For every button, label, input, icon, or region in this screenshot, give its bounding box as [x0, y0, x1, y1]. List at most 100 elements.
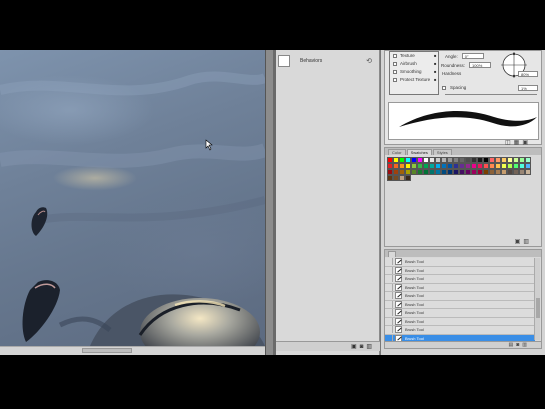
history-states-scrollbar[interactable] — [534, 258, 540, 340]
history-state-label: Brush Tool — [405, 259, 424, 265]
color-swatch[interactable] — [525, 169, 531, 175]
history-footer: ▣ ◙ ▥ — [276, 341, 380, 351]
state-source-icon[interactable] — [385, 292, 393, 300]
new-document-icon[interactable]: ▣ — [351, 343, 357, 350]
mouse-cursor-icon — [205, 139, 215, 151]
history-state-label: Brush Tool — [405, 335, 424, 341]
spacing-row: Spacing — [442, 85, 466, 90]
history-thumbnail — [278, 55, 290, 67]
history-state-row[interactable]: Brush Tool — [385, 283, 535, 292]
history-state-row[interactable]: Brush Tool — [385, 292, 535, 301]
option-smoothing[interactable]: Smoothing — [393, 69, 422, 74]
history-state-row[interactable]: Brush Tool — [385, 266, 535, 275]
swatches-footer: ▣ ▥ — [515, 238, 529, 245]
spacing-checkbox[interactable] — [442, 85, 446, 90]
brush-icon — [395, 266, 402, 274]
state-source-icon[interactable] — [385, 326, 393, 334]
canvas-horizontal-scrollbar[interactable] — [0, 346, 265, 355]
roundness-field[interactable]: 100% — [469, 62, 492, 68]
trash-icon[interactable]: ▥ — [522, 342, 527, 348]
brush-panel: Texture Airbrush Smoothing Protect Textu… — [384, 50, 542, 146]
hardness-field[interactable]: 80% — [518, 71, 538, 77]
hardness-label: Hardness — [442, 71, 462, 76]
camera-icon[interactable]: ◙ — [516, 342, 519, 348]
history-state-row[interactable]: Brush Tool — [385, 275, 535, 284]
angle-row: Angle: 0° — [445, 53, 484, 59]
tab-styles[interactable]: Styles — [432, 149, 452, 155]
lock-icon[interactable]: ■ — [434, 53, 436, 58]
brush-icon — [395, 309, 402, 317]
option-protect-texture[interactable]: Protect Texture — [393, 77, 430, 82]
color-swatch[interactable] — [405, 175, 411, 181]
spacing-value-row: 1% — [518, 85, 538, 91]
history-state-label: Brush Tool — [405, 310, 424, 316]
grid-icon[interactable]: ▦ — [514, 139, 520, 146]
history-state-row[interactable]: Brush Tool — [385, 326, 535, 335]
painting-artwork — [0, 71, 265, 346]
roundness-row: Roundness: 100% — [441, 62, 492, 68]
history-state-row[interactable]: Brush Tool — [385, 300, 535, 309]
option-airbrush[interactable]: Airbrush — [393, 61, 417, 66]
state-source-icon[interactable] — [385, 266, 393, 274]
option-texture[interactable]: Texture — [393, 53, 415, 58]
scrollbar-thumb[interactable] — [82, 348, 132, 353]
document-canvas[interactable] — [0, 50, 265, 346]
hardness-value-row: 80% — [518, 71, 538, 77]
new-preset-icon[interactable]: ▣ — [522, 139, 528, 146]
swatches-tab-strip: Color Swatches Styles — [385, 148, 541, 155]
history-state-label: Brush Tool — [405, 301, 424, 307]
hardness-row: Hardness — [442, 71, 461, 76]
angle-field[interactable]: 0° — [461, 53, 484, 59]
canvas-panel-separator[interactable] — [265, 50, 273, 355]
new-swatch-icon[interactable]: ▣ — [515, 238, 521, 245]
state-source-icon[interactable] — [385, 283, 393, 291]
state-source-icon[interactable] — [385, 275, 393, 283]
toggle-preview-icon[interactable]: ◫ — [505, 139, 511, 146]
state-source-icon[interactable] — [385, 317, 393, 325]
brush-stroke-preview — [388, 102, 539, 140]
brush-icon — [395, 317, 402, 325]
spacing-slider[interactable] — [445, 94, 537, 95]
history-states-list: Brush Tool Brush Tool Brush Tool Brush Tool… — [385, 258, 535, 343]
tab-history[interactable] — [388, 251, 396, 257]
history-state-row[interactable]: Brush Tool — [385, 258, 535, 267]
history-state-label: Brush Tool — [405, 327, 424, 333]
swatch-grid — [387, 157, 535, 181]
history-state-label: Brush Tool — [405, 267, 424, 273]
snapshot-icon[interactable]: ▤ — [509, 342, 514, 348]
history-state-label: Brush Tool — [405, 284, 424, 290]
state-source-icon[interactable] — [385, 300, 393, 308]
history-item[interactable]: Behaviors ⟲ — [278, 54, 376, 68]
history-item-label: Behaviors — [300, 58, 323, 64]
angle-label: Angle: — [445, 53, 458, 59]
state-source-icon[interactable] — [385, 309, 393, 317]
history-states-panel: Brush Tool Brush Tool Brush Tool Brush Tool… — [384, 249, 542, 349]
history-state-row[interactable]: Brush Tool — [385, 309, 535, 318]
brush-icon — [395, 258, 402, 266]
history-state-label: Brush Tool — [405, 318, 424, 324]
history-state-label: Brush Tool — [405, 276, 424, 282]
brush-panel-footer: ◫ ▦ ▣ — [505, 139, 528, 146]
lock-icon[interactable]: ■ — [434, 61, 436, 66]
history-states-tab-strip — [385, 250, 541, 257]
roundness-label: Roundness: — [441, 62, 466, 68]
letterbox-bottom — [0, 355, 545, 409]
history-brush-icon: ⟲ — [366, 58, 372, 65]
brush-icon — [395, 326, 402, 334]
letterbox-top — [0, 0, 545, 50]
state-source-icon[interactable] — [385, 258, 393, 266]
scrollbar-thumb[interactable] — [536, 298, 540, 318]
spacing-field[interactable]: 1% — [518, 85, 538, 91]
history-panel: Behaviors ⟲ ▣ ◙ ▥ — [276, 50, 380, 355]
brush-icon — [395, 300, 402, 308]
trash-icon[interactable]: ▥ — [523, 238, 529, 245]
lock-icon[interactable]: ■ — [434, 69, 436, 74]
history-state-row[interactable]: Brush Tool — [385, 317, 535, 326]
brush-icon — [395, 292, 402, 300]
tab-swatches[interactable]: Swatches — [406, 149, 432, 155]
trash-icon[interactable]: ▥ — [366, 343, 372, 350]
lock-icon[interactable]: ■ — [434, 77, 436, 82]
tab-color[interactable]: Color — [388, 149, 406, 155]
camera-icon[interactable]: ◙ — [360, 344, 364, 350]
brush-icon — [395, 275, 402, 283]
